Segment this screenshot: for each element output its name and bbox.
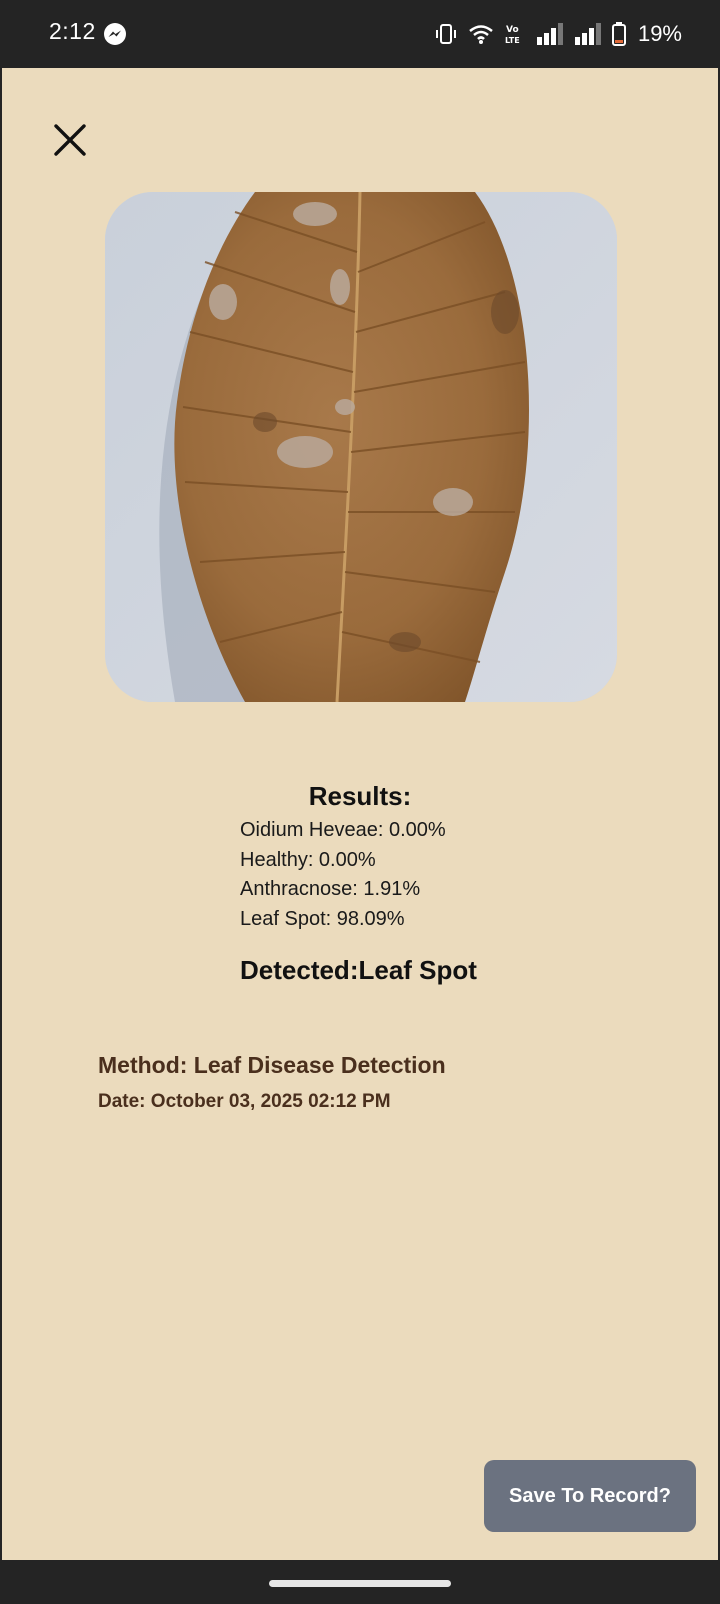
result-item: Leaf Spot: 98.09% [240, 907, 405, 930]
signal-icon [574, 23, 601, 45]
status-time: 2:12 [49, 18, 96, 44]
save-to-record-button[interactable]: Save To Record? [484, 1460, 696, 1532]
result-screen: Results: Oidium Heveae: 0.00% Healthy: 0… [2, 68, 718, 1560]
battery-icon [611, 22, 626, 46]
detected-label: Detected:Leaf Spot [240, 955, 477, 985]
leaf-photo [105, 192, 617, 702]
svg-text:Vo: Vo [506, 25, 519, 35]
home-indicator[interactable] [269, 1580, 451, 1587]
result-item: Healthy: 0.00% [240, 848, 376, 871]
close-icon[interactable] [50, 120, 90, 160]
date-label: Date: October 03, 2025 02:12 PM [98, 1091, 391, 1112]
battery-percent: 19% [637, 21, 682, 46]
navigation-bar [0, 1560, 720, 1604]
status-bar: 2:12 Vo LTE 19% [0, 0, 720, 68]
results-title: Results: [308, 781, 412, 811]
status-icons: Vo LTE 19% [434, 18, 682, 50]
signal-icon [536, 23, 563, 45]
result-item: Oidium Heveae: 0.00% [240, 819, 446, 841]
results-list: Oidium Heveae: 0.00% Healthy: 0.00% Anth… [240, 816, 446, 934]
method-label: Method: Leaf Disease Detection [98, 1052, 446, 1078]
wifi-icon [469, 25, 493, 44]
svg-text:LTE: LTE [505, 36, 520, 45]
volte-icon: Vo LTE [505, 25, 520, 45]
result-item: Anthracnose: 1.91% [240, 878, 421, 900]
messenger-icon [104, 23, 126, 45]
vibrate-icon [435, 24, 456, 44]
